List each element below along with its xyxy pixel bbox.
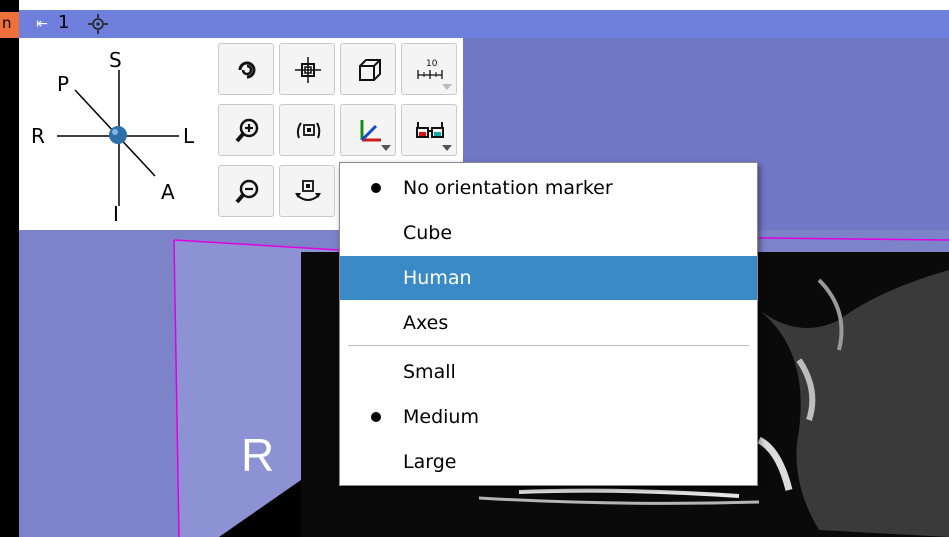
stereo-menu-arrow-icon (442, 145, 452, 151)
menu-item-label: Small (403, 361, 456, 383)
spin-button[interactable] (218, 43, 274, 95)
menu-item-medium[interactable]: Medium (340, 395, 757, 439)
orientation-marker-button[interactable] (340, 104, 396, 156)
zoom-in-button[interactable] (218, 104, 274, 156)
ruler-menu-arrow-icon (442, 84, 452, 90)
menu-item-label: Large (403, 451, 457, 473)
svg-text:10: 10 (426, 59, 438, 69)
checked-bullet-icon (371, 412, 381, 422)
zoom-out-icon (235, 179, 259, 204)
orientation-label-l: L (183, 124, 195, 148)
zoom-out-button[interactable] (218, 165, 274, 217)
crosshair-icon (295, 57, 321, 83)
menu-item-axes[interactable]: Axes (340, 301, 757, 345)
spin-icon (238, 61, 256, 79)
menu-item-large[interactable]: Large (340, 440, 757, 484)
zoom-in-icon (235, 118, 259, 143)
view-title-bar (19, 10, 949, 38)
pin-icon[interactable]: ⇤ (30, 13, 54, 35)
pitch-button[interactable] (279, 165, 335, 217)
menu-separator (348, 345, 749, 346)
side-label-r: R (241, 429, 275, 481)
menu-item-small[interactable]: Small (340, 350, 757, 394)
orientation-label-r: R (31, 124, 45, 148)
orientation-label-s: S (109, 48, 122, 72)
menu-item-label: Medium (403, 406, 479, 428)
axes-icon (360, 120, 381, 142)
orientation-menu-arrow-icon (381, 145, 391, 151)
menu-item-label: Axes (403, 312, 449, 334)
left-panel-edge: n (0, 0, 19, 537)
menu-item-human[interactable]: Human (340, 256, 757, 300)
projection-button[interactable] (340, 43, 396, 95)
orientation-label-i: I (113, 202, 119, 226)
menu-item-cube[interactable]: Cube (340, 211, 757, 255)
orientation-label-p: P (57, 72, 70, 96)
pitch-icon (295, 180, 321, 201)
center-view-button[interactable] (279, 43, 335, 95)
rock-icon (296, 122, 321, 139)
rock-button[interactable] (279, 104, 335, 156)
stereo-glasses-icon (416, 122, 444, 138)
left-tab[interactable]: n (0, 12, 19, 38)
menu-item-label: Cube (403, 222, 453, 244)
menu-item-no-orientation-marker[interactable]: No orientation marker (340, 166, 757, 210)
stereo-button[interactable] (401, 104, 457, 156)
left-tab-label: n (2, 14, 12, 32)
ruler-button[interactable]: 10 (401, 43, 457, 95)
checked-bullet-icon (371, 183, 381, 193)
cube-outline-icon (359, 59, 381, 81)
ruler-icon: 10 (417, 59, 443, 79)
top-strip (19, 0, 949, 10)
view-number: 1 (58, 12, 70, 33)
menu-item-label: Human (403, 267, 472, 289)
orientation-marker-menu: No orientation marker Cube Human Axes Sm… (339, 162, 758, 486)
orientation-widget[interactable]: S P R L A I (19, 38, 219, 230)
menu-item-label: No orientation marker (403, 177, 613, 199)
orientation-label-a: A (161, 180, 175, 204)
link-settings-icon[interactable] (86, 12, 110, 36)
